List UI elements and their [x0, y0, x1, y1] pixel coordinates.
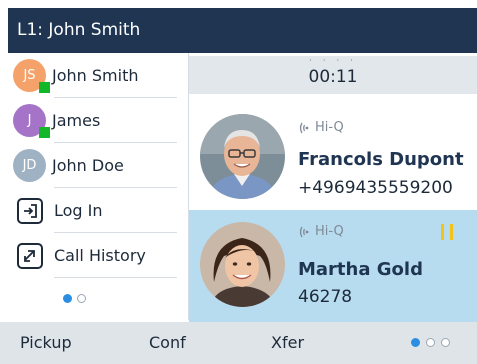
presence-available-indicator: [39, 127, 50, 138]
phone-screen: L1: John Smith JS John Smith J James JD …: [0, 0, 477, 364]
avatar: J: [13, 104, 50, 138]
hold-pause-icon: [441, 224, 454, 240]
contact-key-john-doe[interactable]: JD John Doe: [8, 143, 189, 188]
line-header: L1: John Smith: [8, 8, 477, 53]
softkey-page-indicator[interactable]: [411, 338, 450, 347]
page-dot: [441, 338, 450, 347]
call-history-icon: [17, 242, 43, 269]
call-history-key[interactable]: Call History: [8, 233, 189, 278]
contact-name: James: [52, 111, 101, 130]
codec-label: Hi-Q: [315, 120, 344, 135]
page-dot-active: [63, 294, 72, 303]
call-timer: · · · · 00:11: [189, 56, 477, 94]
page-dot-active: [411, 338, 420, 347]
call-timer-value: 00:11: [308, 67, 358, 87]
avatar: JD: [13, 149, 46, 182]
contact-key-john-smith[interactable]: JS John Smith: [8, 53, 189, 98]
page-dot: [77, 294, 86, 303]
login-icon: [17, 197, 43, 224]
xfer-softkey[interactable]: Xfer: [271, 322, 304, 364]
hd-audio-icon: [299, 122, 309, 133]
presence-available-indicator: [39, 82, 50, 93]
line-title: L1: John Smith: [17, 20, 141, 40]
calls-panel: · · · · 00:11 Hi-Q Francols Dupont +4969…: [189, 53, 477, 322]
avatar: JS: [13, 59, 50, 93]
page-dot: [426, 338, 435, 347]
call-history-label: Call History: [54, 246, 146, 265]
softkey-bar: Pickup Conf Xfer: [0, 322, 477, 364]
contact-key-james[interactable]: J James: [8, 98, 189, 143]
hd-voice-badge: Hi-Q: [298, 224, 344, 239]
caller-name: Francols Dupont: [298, 149, 464, 170]
call-item-active[interactable]: Hi-Q Francols Dupont +4969435559200: [189, 98, 477, 210]
programmable-keys-panel: JS John Smith J James JD John Doe Log In…: [8, 53, 189, 320]
caller-photo: [200, 114, 285, 199]
caller-photo: [200, 222, 285, 307]
login-label: Log In: [54, 201, 103, 220]
contact-name: John Smith: [52, 66, 139, 85]
keys-page-indicator[interactable]: [63, 294, 86, 303]
hd-audio-icon: [299, 226, 309, 237]
divider: [54, 277, 177, 278]
codec-label: Hi-Q: [315, 224, 344, 239]
caller-name: Martha Gold: [298, 259, 423, 280]
timer-dots: · · · ·: [308, 56, 358, 66]
conf-softkey[interactable]: Conf: [149, 322, 186, 364]
contact-name: John Doe: [52, 156, 124, 175]
login-key[interactable]: Log In: [8, 188, 189, 233]
pickup-softkey[interactable]: Pickup: [20, 322, 72, 364]
caller-number: +4969435559200: [298, 178, 453, 198]
call-item-held[interactable]: Hi-Q Martha Gold 46278: [189, 210, 477, 322]
caller-number: 46278: [298, 287, 353, 307]
hd-voice-badge: Hi-Q: [298, 120, 344, 135]
